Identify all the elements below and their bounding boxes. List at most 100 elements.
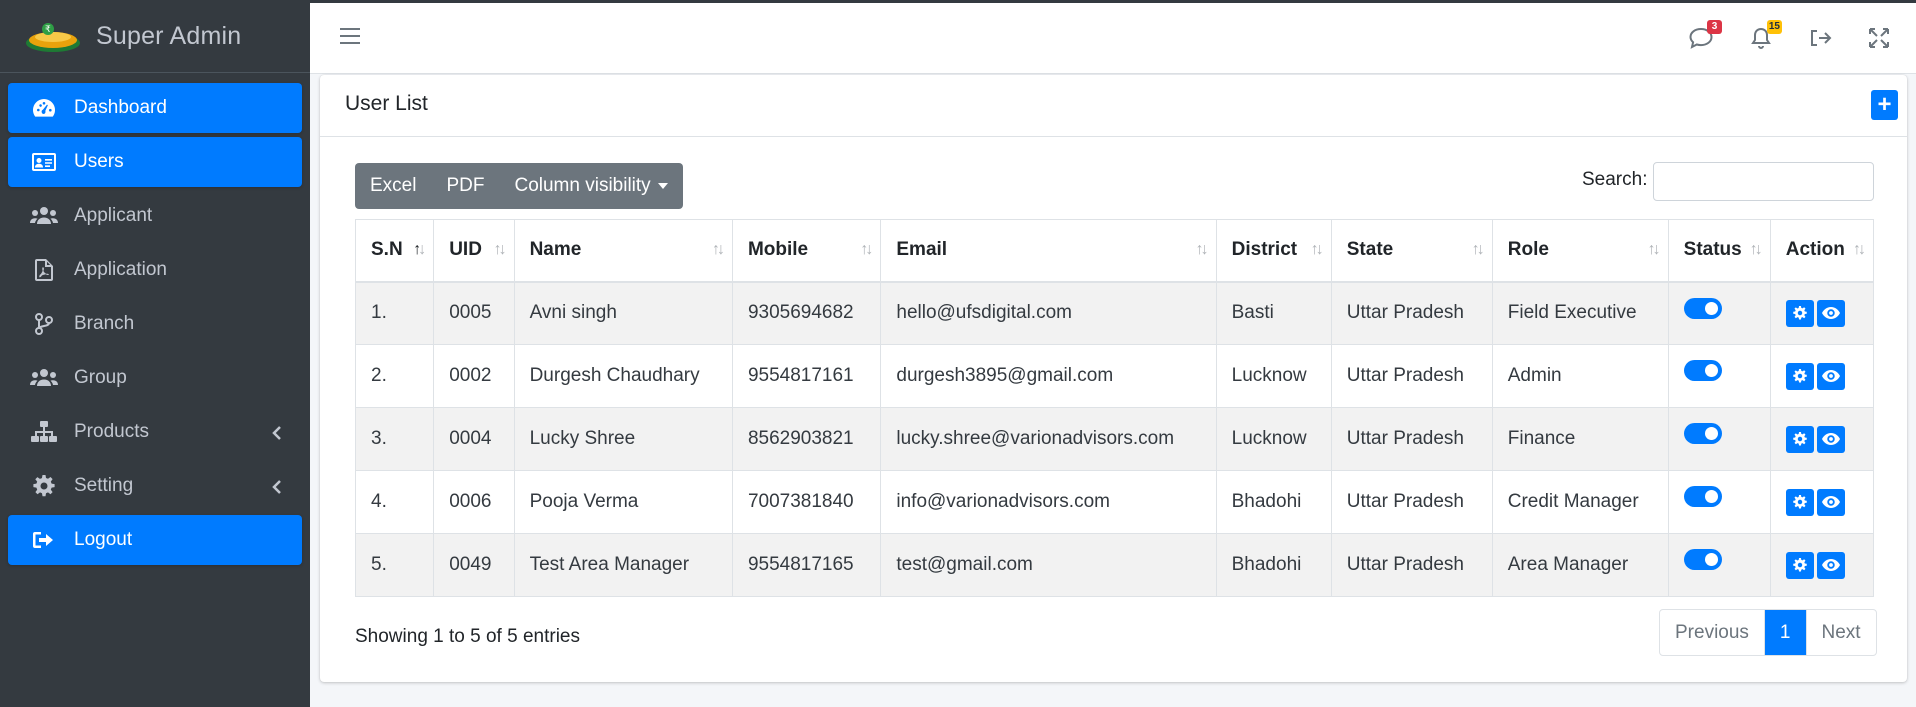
sidebar-item-branch[interactable]: Branch [8, 299, 302, 349]
sidebar-item-logout[interactable]: Logout [8, 515, 302, 565]
cell-role: Finance [1491, 407, 1669, 471]
comments-icon[interactable]: 3 [1688, 20, 1722, 50]
table-row: 4. 0006 Pooja Verma 7007381840 info@varionad… [354, 470, 1875, 534]
sidebar: ₹ Super Admin Dashboard Users Applicant [0, 0, 310, 707]
pdf-button[interactable]: PDF [431, 163, 499, 209]
column-header-sn[interactable]: S.N ↑↓ [354, 219, 435, 283]
cell-action [1769, 470, 1875, 534]
sign-out-icon[interactable] [1807, 26, 1833, 50]
page-1-button[interactable]: 1 [1764, 610, 1807, 655]
view-button[interactable] [1816, 551, 1845, 579]
eye-icon [1821, 496, 1840, 508]
view-button[interactable] [1816, 362, 1845, 390]
cell-mobile: 9305694682 [731, 281, 882, 345]
column-visibility-label: Column visibility [514, 175, 651, 196]
column-visibility-button[interactable]: Column visibility [499, 163, 682, 209]
view-button[interactable] [1816, 488, 1845, 516]
sidebar-item-label: Group [74, 367, 127, 388]
menu-toggle-icon[interactable] [340, 28, 360, 48]
cell-status [1667, 533, 1771, 597]
settings-button[interactable] [1785, 299, 1814, 327]
cell-role: Credit Manager [1491, 470, 1669, 534]
column-header-action[interactable]: Action ↑↓ [1769, 219, 1875, 283]
sidebar-item-label: Applicant [74, 205, 153, 226]
sidebar-item-dashboard[interactable]: Dashboard [8, 83, 302, 133]
status-toggle[interactable] [1683, 486, 1722, 508]
cell-role: Field Executive [1491, 281, 1669, 345]
sort-icon: ↑↓ [1853, 241, 1866, 258]
status-toggle[interactable] [1683, 423, 1722, 445]
column-header-email[interactable]: Email ↑↓ [880, 219, 1217, 283]
cell-name: Durgesh Chaudhary [513, 344, 733, 408]
caret-down-icon [657, 183, 668, 189]
svg-text:₹: ₹ [45, 25, 51, 35]
table-row: 5. 0049 Test Area Manager 9554817165 test@gm… [354, 533, 1875, 597]
cell-uid: 0004 [433, 407, 515, 471]
sidebar-item-application[interactable]: Application [8, 245, 302, 295]
column-header-name[interactable]: Name ↑↓ [513, 219, 733, 283]
gear-icon [1793, 558, 1807, 572]
cell-name: Test Area Manager [513, 533, 733, 597]
sort-icon: ↑↓ [860, 241, 873, 258]
column-header-state[interactable]: State ↑↓ [1330, 219, 1493, 283]
cell-mobile: 9554817165 [731, 533, 882, 597]
settings-button[interactable] [1785, 425, 1814, 453]
column-header-district[interactable]: District ↑↓ [1215, 219, 1332, 283]
cell-name: Avni singh [513, 281, 733, 345]
table-header-row: S.N ↑↓ UID ↑↓ Name ↑↓ Mobile ↑↓ Email ↑↓ Dist… [354, 219, 1875, 283]
sidebar-item-label: Users [74, 151, 124, 172]
view-button[interactable] [1816, 299, 1845, 327]
table-row: 3. 0004 Lucky Shree 8562903821 lucky.shree@v… [354, 407, 1875, 471]
export-button-group: Excel PDF Column visibility [355, 163, 683, 209]
sort-icon: ↑↓ [1647, 241, 1661, 258]
status-toggle[interactable] [1683, 360, 1722, 382]
brand[interactable]: ₹ Super Admin [0, 0, 310, 73]
cell-mobile: 8562903821 [731, 407, 882, 471]
cell-email: info@varionadvisors.com [880, 470, 1217, 534]
cell-email: durgesh3895@gmail.com [880, 344, 1217, 408]
cell-uid: 0006 [433, 470, 515, 534]
table-info: Showing 1 to 5 of 5 entries [355, 626, 580, 647]
sidebar-item-setting[interactable]: Setting [8, 461, 302, 511]
sidebar-item-label: Application [74, 259, 167, 280]
settings-button[interactable] [1785, 488, 1814, 516]
gear-icon [1793, 432, 1807, 446]
gear-icon [1793, 495, 1807, 509]
status-toggle[interactable] [1683, 549, 1722, 571]
table-row: 2. 0002 Durgesh Chaudhary 9554817161 durgesh… [354, 344, 1875, 408]
sidebar-item-users[interactable]: Users [8, 137, 302, 187]
cell-action [1769, 533, 1875, 597]
sidebar-item-applicant[interactable]: Applicant [8, 191, 302, 241]
sidebar-item-group[interactable]: Group [8, 353, 302, 403]
table-row: 1. 0005 Avni singh 9305694682 hello@ufsdigit… [354, 281, 1875, 345]
pagination: Previous 1 Next [1659, 609, 1877, 656]
tachometer-icon [30, 96, 58, 120]
cell-uid: 0049 [433, 533, 515, 597]
status-toggle[interactable] [1683, 297, 1722, 319]
add-user-button[interactable]: + [1871, 90, 1898, 120]
column-header-uid[interactable]: UID ↑↓ [433, 219, 515, 283]
gear-icon [1793, 306, 1807, 320]
column-header-role[interactable]: Role ↑↓ [1491, 219, 1669, 283]
sign-out-icon [30, 528, 58, 552]
cell-sn: 4. [354, 470, 435, 534]
cell-state: Uttar Pradesh [1330, 407, 1493, 471]
column-header-mobile[interactable]: Mobile ↑↓ [731, 219, 882, 283]
expand-icon[interactable] [1866, 26, 1892, 50]
sort-icon: ↑↓ [1471, 241, 1485, 258]
excel-button[interactable]: Excel [355, 163, 431, 209]
sitemap-icon [30, 420, 58, 444]
view-button[interactable] [1816, 425, 1845, 453]
column-header-status[interactable]: Status ↑↓ [1667, 219, 1771, 283]
cell-district: Bhadohi [1215, 470, 1332, 534]
cell-state: Uttar Pradesh [1330, 533, 1493, 597]
settings-button[interactable] [1785, 551, 1814, 579]
sidebar-item-products[interactable]: Products [8, 407, 302, 457]
previous-page-button[interactable]: Previous [1660, 610, 1765, 655]
gear-icon [30, 474, 58, 498]
sort-asc-icon: ↑↓ [413, 241, 426, 258]
bell-icon[interactable]: 15 [1748, 20, 1782, 50]
settings-button[interactable] [1785, 362, 1814, 390]
search-input[interactable] [1653, 162, 1874, 201]
next-page-button[interactable]: Next [1807, 610, 1876, 655]
